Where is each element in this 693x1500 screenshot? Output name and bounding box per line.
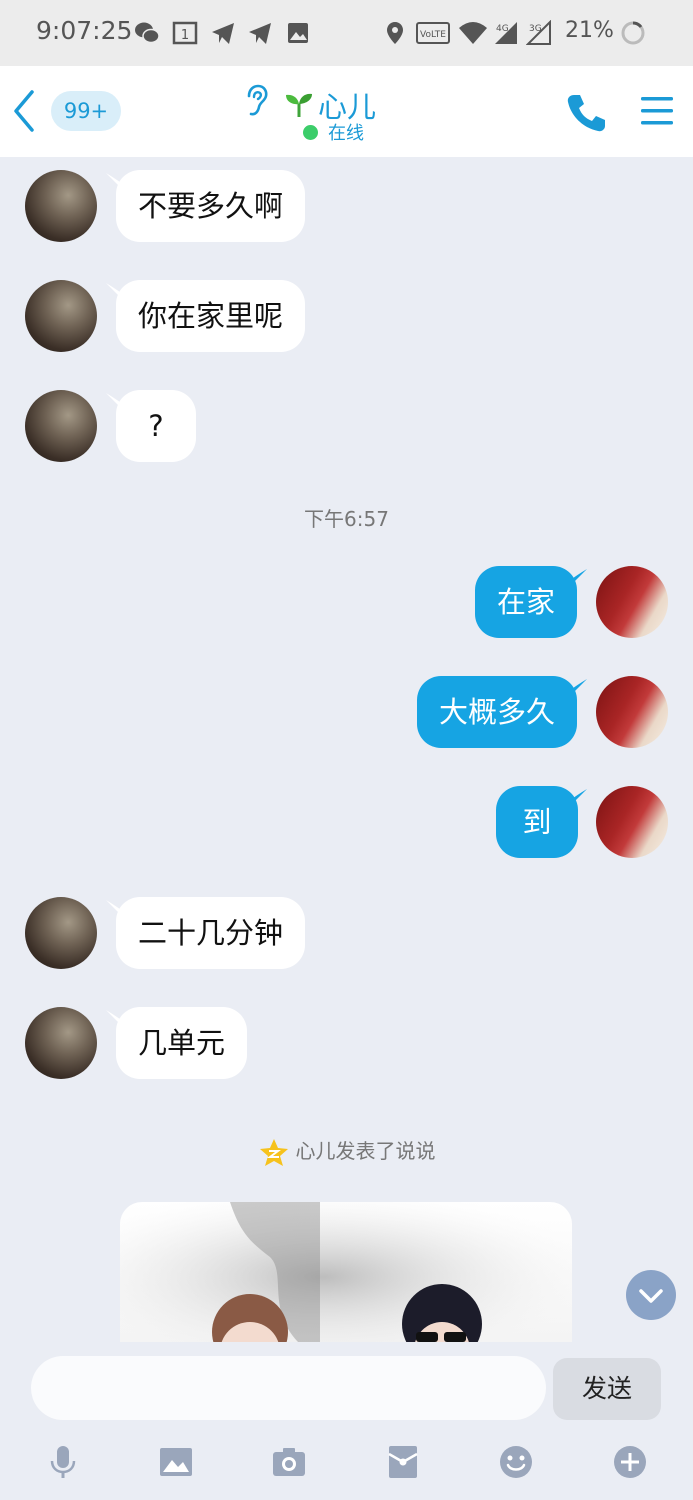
phone-icon[interactable] [565, 92, 607, 134]
menu-icon[interactable] [640, 94, 674, 128]
telegram-icon [249, 23, 271, 44]
send-button[interactable]: 发送 [553, 1358, 661, 1420]
battery-icon [621, 21, 645, 45]
svg-text:3G: 3G [529, 24, 542, 34]
plus-icon[interactable] [612, 1444, 648, 1480]
message-input[interactable] [31, 1356, 546, 1420]
qzone-notice[interactable]: 心儿发表了说说 [0, 1135, 693, 1169]
battery-percent: 21% [565, 18, 614, 43]
message-list[interactable]: 不要多久啊 你在家里呢 ? 下午6:57 在家 大概多久 到 二十几分钟 几单元… [0, 157, 693, 1342]
chevron-down-icon [639, 1289, 663, 1303]
contact-avatar[interactable] [25, 1007, 97, 1079]
scroll-to-bottom-button[interactable] [626, 1270, 676, 1320]
online-status: 在线 [328, 123, 364, 144]
status-bar: 9:07:25 1 VoLTE 4G 3G 21% [0, 0, 693, 66]
wifi-icon [459, 22, 487, 44]
composer: 发送 [0, 1342, 693, 1500]
qzone-notice-text: 心儿发表了说说 [295, 1139, 436, 1163]
message-bubble-incoming[interactable]: 几单元 [116, 1007, 248, 1079]
status-time: 9:07:25 [36, 16, 133, 45]
svg-text:VoLTE: VoLTE [420, 30, 446, 40]
post-preview-image [120, 1202, 572, 1342]
qzone-star-icon [259, 1138, 288, 1166]
my-avatar[interactable] [596, 676, 668, 748]
contact-avatar[interactable] [25, 390, 97, 462]
bubble-tail [569, 679, 587, 697]
camera-icon[interactable] [271, 1444, 307, 1480]
message-timestamp: 下午6:57 [304, 507, 389, 531]
message-bubble-outgoing[interactable]: 到 [496, 786, 578, 858]
volte-icon: VoLTE [416, 22, 450, 44]
message-bubble-incoming[interactable]: 二十几分钟 [116, 897, 306, 969]
gallery-icon [288, 23, 308, 43]
signal-3g-icon: 3G [526, 20, 551, 45]
message-bubble-incoming[interactable]: 你在家里呢 [116, 280, 306, 352]
ear-icon [247, 84, 268, 116]
my-avatar[interactable] [596, 566, 668, 638]
contact-avatar[interactable] [25, 280, 97, 352]
emoji-icon[interactable] [498, 1444, 534, 1480]
image-icon[interactable] [158, 1444, 194, 1480]
svg-text:1: 1 [181, 28, 189, 43]
red-packet-icon[interactable] [385, 1444, 421, 1480]
message-bubble-outgoing[interactable]: 大概多久 [416, 676, 577, 748]
contact-title[interactable]: 心儿 在线 [240, 80, 460, 150]
message-bubble-outgoing[interactable]: 在家 [474, 566, 577, 638]
telegram-icon [212, 23, 234, 44]
chat-header: 99+ 心儿 在线 [0, 66, 693, 157]
svg-text:4G: 4G [496, 24, 509, 34]
wechat-icon [135, 22, 160, 44]
my-avatar[interactable] [596, 786, 668, 858]
location-icon [387, 22, 403, 44]
contact-avatar[interactable] [25, 170, 97, 242]
sprout-icon [286, 93, 312, 117]
post-preview-card[interactable] [120, 1202, 572, 1342]
online-dot-icon [303, 125, 318, 140]
signal-4g-icon: 4G [495, 22, 517, 44]
message-bubble-incoming[interactable]: ? [116, 390, 196, 462]
back-chevron-icon[interactable] [8, 88, 42, 134]
mic-icon[interactable] [45, 1444, 81, 1480]
message-bubble-incoming[interactable]: 不要多久啊 [116, 170, 306, 242]
contact-avatar[interactable] [25, 897, 97, 969]
bubble-tail [569, 569, 587, 587]
unread-badge[interactable]: 99+ [51, 91, 121, 131]
calendar-icon: 1 [172, 21, 198, 45]
bubble-tail [569, 789, 587, 807]
